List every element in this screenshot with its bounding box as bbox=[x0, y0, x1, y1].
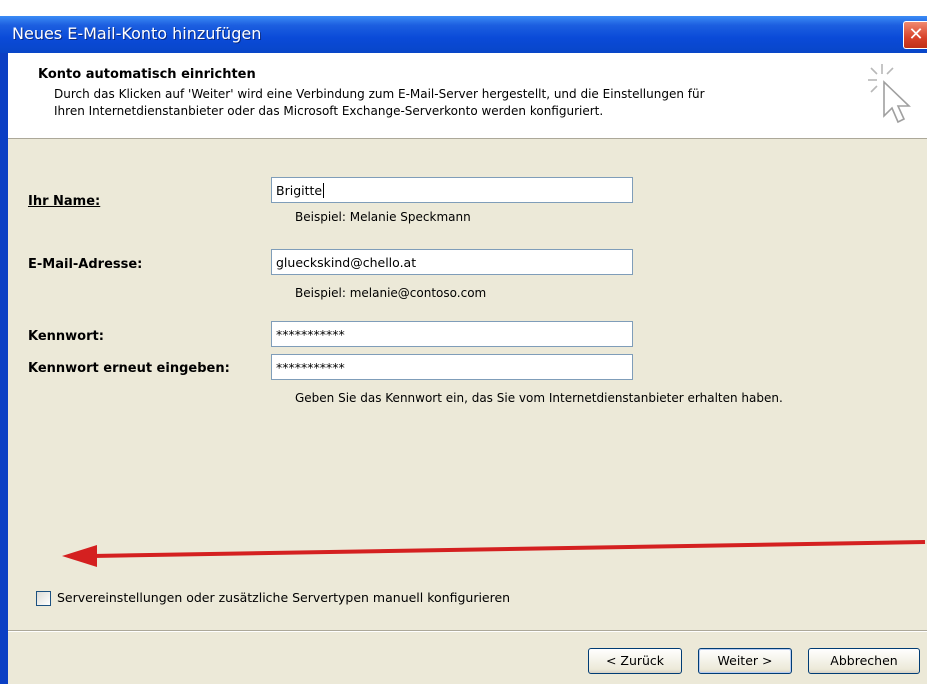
password-repeat-input-value: *********** bbox=[276, 360, 345, 375]
name-label: Ihr Name: bbox=[28, 194, 100, 209]
title-bar[interactable]: Neues E-Mail-Konto hinzufügen ✕ bbox=[0, 16, 927, 53]
password-label: Kennwort: bbox=[28, 329, 104, 344]
password-input-value: *********** bbox=[276, 327, 345, 342]
password-repeat-label: Kennwort erneut eingeben: bbox=[28, 361, 230, 376]
name-label-text: Ihr Name: bbox=[28, 194, 101, 209]
back-button[interactable]: < Zurück bbox=[588, 648, 682, 674]
wizard-header: Konto automatisch einrichten Durch das K… bbox=[8, 53, 927, 139]
email-hint: Beispiel: melanie@contoso.com bbox=[295, 286, 487, 300]
dialog-window: Neues E-Mail-Konto hinzufügen ✕ Konto au… bbox=[0, 16, 927, 684]
header-description-line2: Ihren Internetdienstanbieter oder das Mi… bbox=[54, 104, 604, 118]
email-input[interactable]: glueckskind@chello.at bbox=[271, 249, 633, 275]
name-input[interactable]: Brigitte bbox=[271, 177, 633, 203]
header-description: Durch das Klicken auf 'Weiter' wird eine… bbox=[54, 86, 854, 120]
name-hint: Beispiel: Melanie Speckmann bbox=[295, 210, 471, 224]
text-caret bbox=[323, 183, 325, 198]
footer-divider bbox=[8, 630, 927, 632]
email-label: E-Mail-Adresse: bbox=[28, 257, 143, 272]
password-hint: Geben Sie das Kennwort ein, das Sie vom … bbox=[295, 391, 783, 405]
close-button[interactable]: ✕ bbox=[903, 21, 927, 49]
header-description-line1: Durch das Klicken auf 'Weiter' wird eine… bbox=[54, 87, 705, 101]
header-title: Konto automatisch einrichten bbox=[38, 67, 256, 82]
manual-config-label[interactable]: Servereinstellungen oder zusätzliche Ser… bbox=[57, 590, 510, 605]
password-repeat-input[interactable]: *********** bbox=[271, 354, 633, 380]
email-input-value: glueckskind@chello.at bbox=[276, 255, 417, 270]
dialog-body: Konto automatisch einrichten Durch das K… bbox=[8, 53, 927, 684]
wizard-cursor-icon bbox=[868, 64, 911, 124]
window-title: Neues E-Mail-Konto hinzufügen bbox=[12, 24, 262, 43]
next-button[interactable]: Weiter > bbox=[698, 648, 792, 674]
cancel-button[interactable]: Abbrechen bbox=[808, 648, 920, 674]
manual-config-checkbox[interactable] bbox=[36, 591, 51, 606]
name-input-value: Brigitte bbox=[276, 183, 323, 198]
password-input[interactable]: *********** bbox=[271, 321, 633, 347]
